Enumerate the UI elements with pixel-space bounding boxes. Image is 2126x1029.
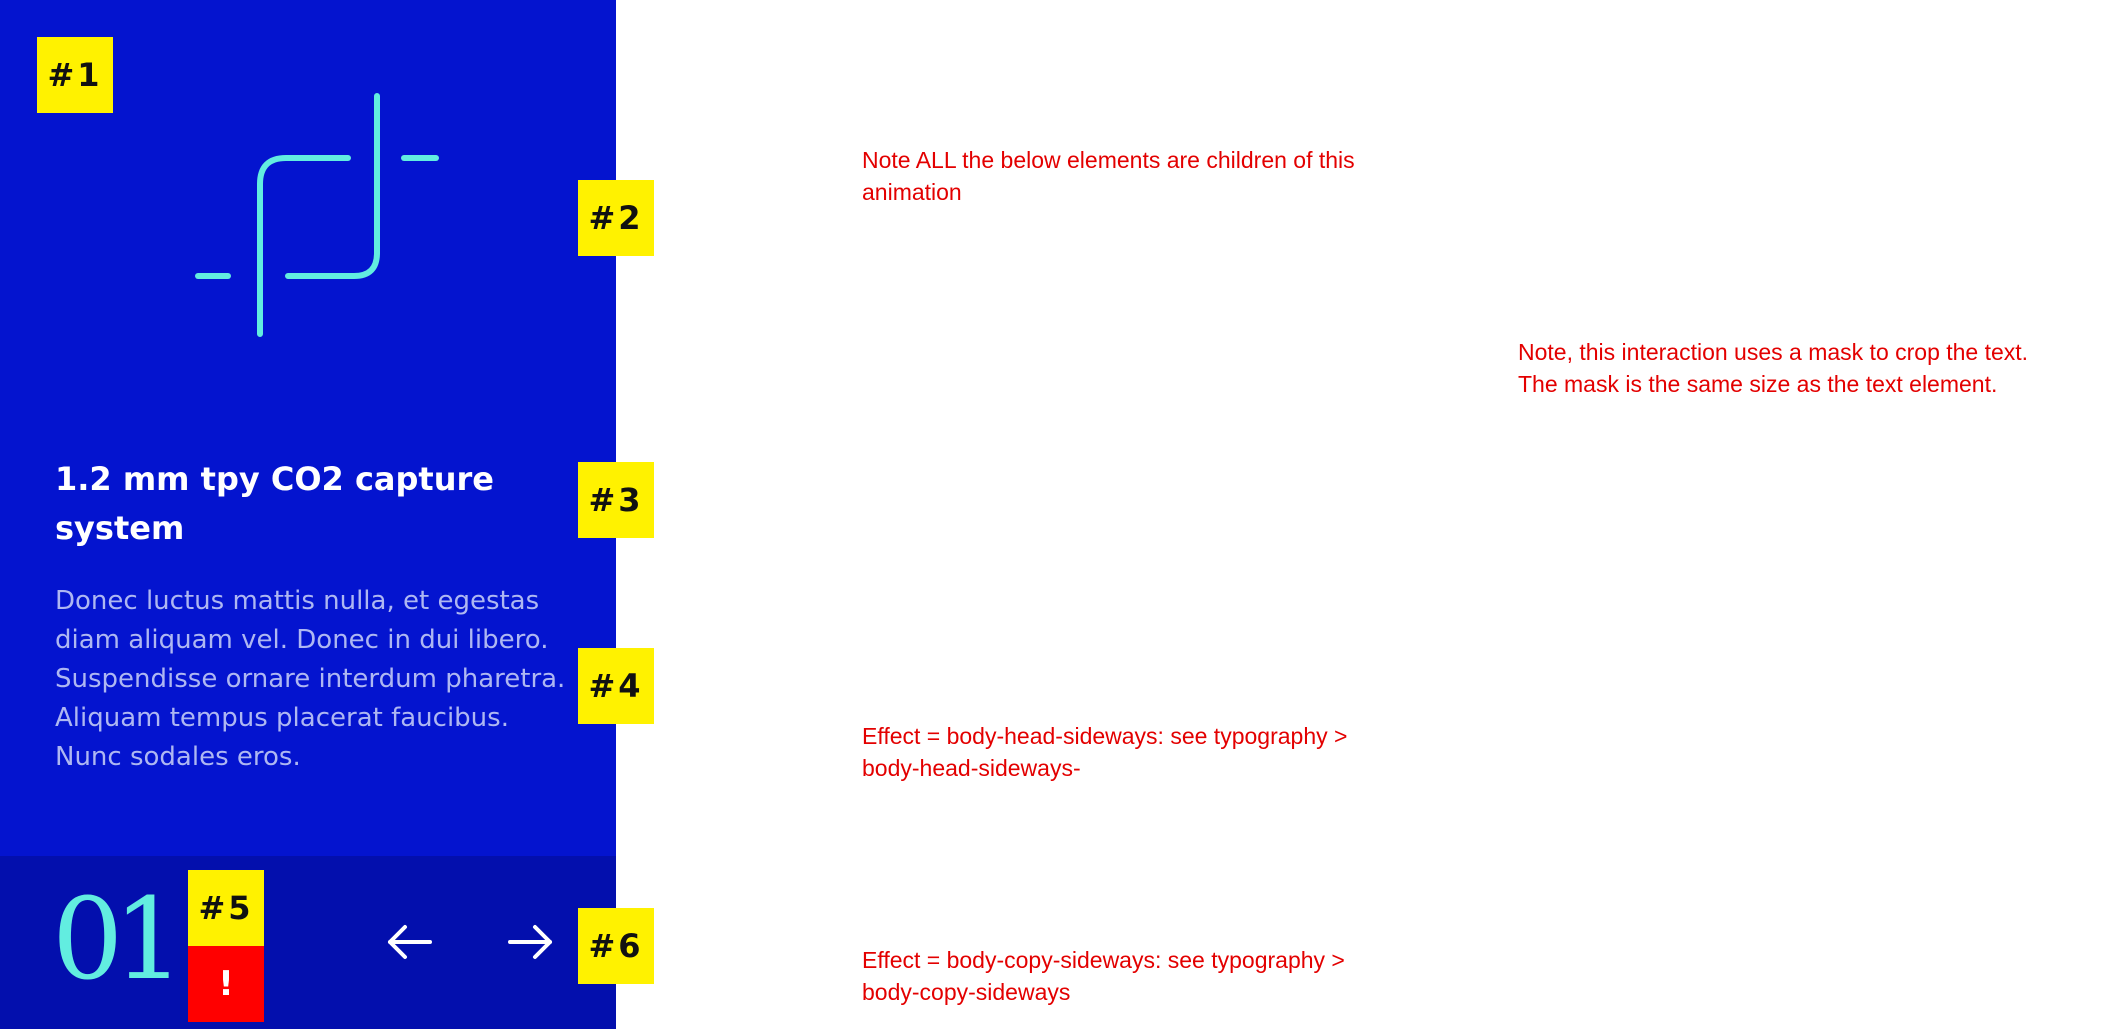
marker-1: #1 [37,37,113,113]
note-animation: Note ALL the below elements are children… [862,147,1355,205]
card-footer: 01 [0,856,616,1029]
note-mask: Note, this interaction uses a mask to cr… [1518,339,2029,397]
marker-3: #3 [578,462,654,538]
slide-index-number: 01 [52,875,184,1005]
note-copy-effect: Effect = body-copy-sideways: see typogra… [862,947,1345,1005]
marker-5: #5 [188,870,264,946]
arrow-left-icon[interactable] [380,912,440,972]
arrow-right-icon[interactable] [500,912,560,972]
design-annotation-canvas: 1.2 mm tpy CO2 capture system Donec luct… [0,0,2126,1029]
note-head-effect: Effect = body-head-sideways: see typogra… [862,723,1348,781]
marker-4: #4 [578,648,654,724]
card-title: 1.2 mm tpy CO2 capture system [55,460,494,547]
warning-marker: ! [188,946,264,1022]
marker-6: #6 [578,908,654,984]
feature-card: 1.2 mm tpy CO2 capture system Donec luct… [0,0,616,1029]
card-body-copy: Donec luctus mattis nulla, et egestas di… [55,586,566,772]
marker-2: #2 [578,180,654,256]
crop-frame-icon [190,88,450,348]
